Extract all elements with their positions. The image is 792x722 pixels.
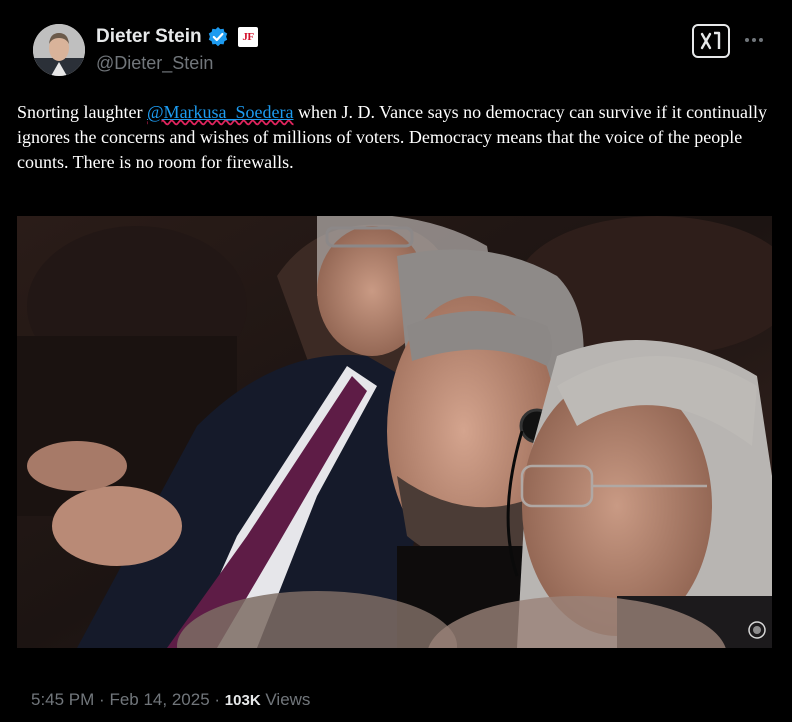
views-count[interactable]: 103K [225,692,261,709]
grok-button[interactable] [692,24,730,58]
mention-text: @Markusa_Soedera [146,102,294,122]
avatar-image [33,24,85,76]
handle[interactable]: @Dieter_Stein [96,52,213,74]
video-frame [17,216,772,648]
grok-icon [700,31,721,50]
display-name[interactable]: Dieter Stein [96,25,202,49]
affiliate-badge-label: JF [242,31,254,43]
avatar[interactable] [33,24,85,76]
meta-separator: · [99,690,105,709]
meta-separator: · [214,690,221,709]
tweet-text: Snorting laughter @Markusa_Soedera when … [17,100,777,175]
mention-link[interactable]: @Markusa_Soedera [147,102,294,122]
tweet-date[interactable]: Feb 14, 2025 [109,690,209,709]
more-options-button[interactable] [742,32,766,48]
tweet: Dieter Stein JF @Dieter_Stein Snorting l… [0,0,792,722]
tweet-meta: 5:45 PM · Feb 14, 2025 · 103K Views [31,689,310,712]
verified-badge-icon [208,27,228,47]
tweet-text-before: Snorting laughter [17,102,147,122]
tweet-video[interactable] [17,216,772,648]
more-options-icon [745,38,763,42]
tweet-time[interactable]: 5:45 PM [31,690,94,709]
affiliate-badge[interactable]: JF [238,27,258,47]
views-label: Views [265,690,311,709]
